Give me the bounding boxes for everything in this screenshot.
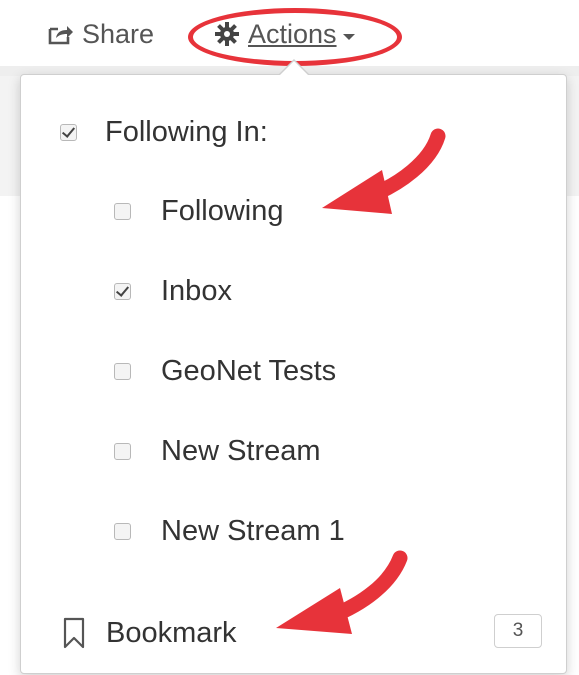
annotation-circle bbox=[188, 8, 402, 66]
stream-option-inbox[interactable]: Inbox bbox=[114, 271, 232, 311]
stream-label: New Stream bbox=[161, 434, 321, 467]
bookmark-option[interactable]: Bookmark bbox=[62, 613, 237, 653]
stream-label: GeoNet Tests bbox=[161, 354, 337, 387]
stream-checkbox[interactable] bbox=[114, 522, 131, 540]
stream-option-geonet-tests[interactable]: GeoNet Tests bbox=[114, 351, 336, 391]
background-panel-left bbox=[0, 76, 22, 196]
stream-checkbox[interactable] bbox=[114, 362, 131, 380]
annotation-arrow-upper bbox=[322, 128, 446, 214]
stream-checkbox[interactable] bbox=[114, 442, 131, 460]
share-label: Share bbox=[82, 18, 155, 49]
following-in-label: Following In: bbox=[105, 115, 268, 148]
share-button[interactable]: Share bbox=[48, 16, 154, 52]
stream-checkbox[interactable] bbox=[114, 282, 131, 300]
stream-option-following[interactable]: Following bbox=[114, 191, 284, 231]
share-icon bbox=[48, 26, 73, 45]
bookmark-count-badge: 3 bbox=[494, 614, 542, 648]
stream-option-new-stream[interactable]: New Stream bbox=[114, 431, 321, 471]
stream-label: Following bbox=[161, 194, 284, 227]
bookmark-label: Bookmark bbox=[106, 616, 237, 649]
following-in-checkbox[interactable] bbox=[60, 123, 77, 141]
bookmark-icon bbox=[63, 617, 85, 649]
following-in-option[interactable]: Following In: bbox=[60, 112, 268, 152]
stream-checkbox[interactable] bbox=[114, 202, 131, 220]
annotation-arrow-lower bbox=[276, 550, 408, 634]
dropdown-notch-fill bbox=[280, 61, 308, 75]
stream-label: Inbox bbox=[161, 274, 232, 307]
